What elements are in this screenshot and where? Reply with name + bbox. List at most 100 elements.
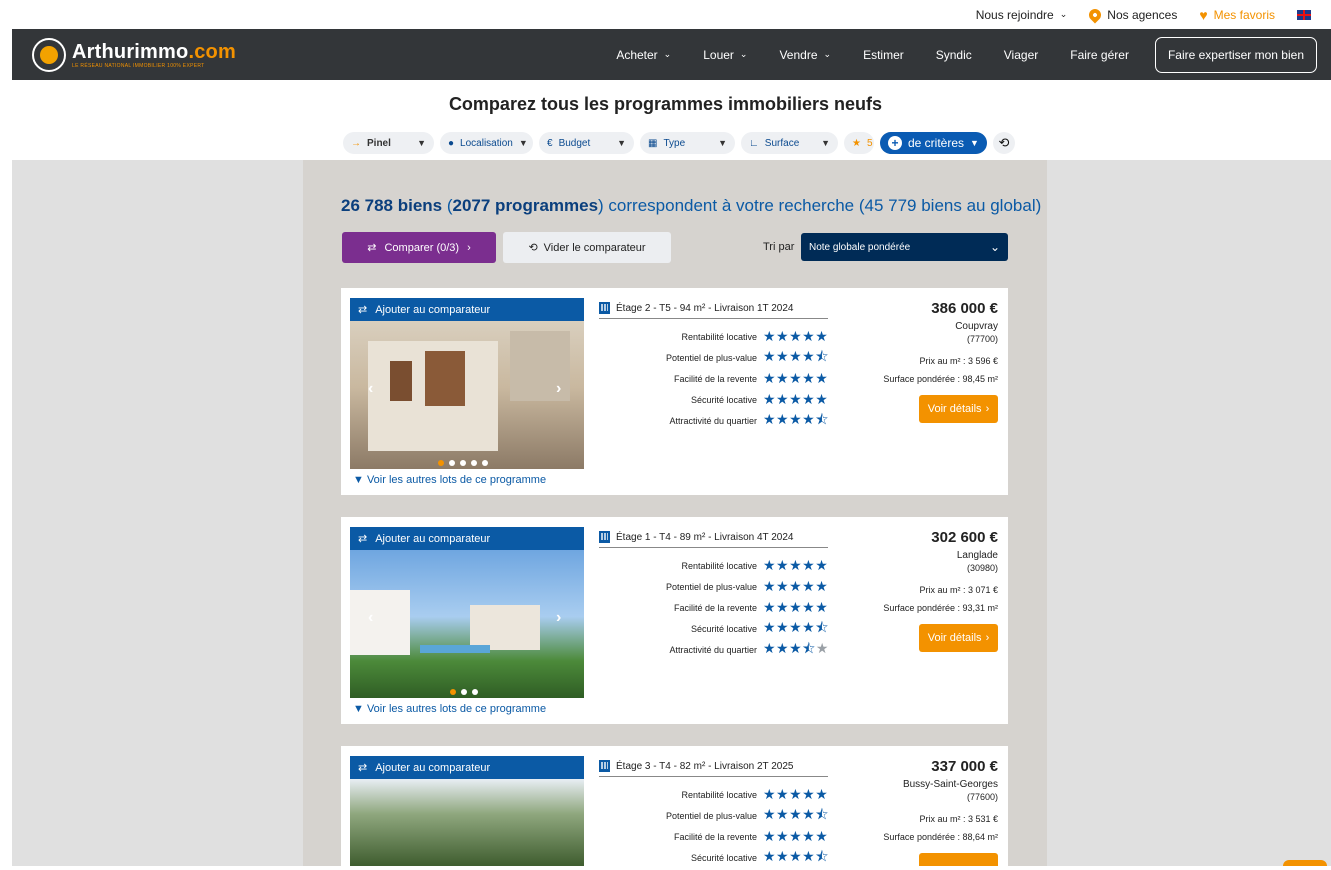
listing-photo [350, 779, 584, 866]
listing-photo [350, 321, 584, 469]
join-us-link[interactable]: Nous rejoindre⌄ [976, 8, 1068, 22]
more-lots-label: Voir les autres lots de ce programme [367, 474, 546, 486]
filter-stars-value: 5 [867, 138, 873, 149]
nav-syndic[interactable]: Syndic [920, 48, 988, 62]
chat-widget-tab[interactable] [1283, 860, 1327, 866]
carousel-prev-icon[interactable]: ‹ [368, 609, 373, 627]
view-details-button[interactable]: Voir détails› [919, 624, 998, 652]
filter-budget[interactable]: €Budget▼ [539, 132, 634, 154]
nav-label: Louer [703, 48, 734, 62]
more-lots-link[interactable]: ▼ Voir les autres lots de ce programme [353, 703, 546, 715]
location-pin-icon: ● [448, 138, 454, 149]
rating-row: Sécurité locative★★★★★ [599, 389, 828, 410]
sort-label: Tri par [763, 241, 794, 253]
more-lots-link[interactable]: ▼ Voir les autres lots de ce programme [353, 474, 546, 486]
listing-image-carousel[interactable]: ⇄Ajouter au comparateur ‹ › [350, 298, 584, 469]
add-to-comparator-button[interactable]: ⇄Ajouter au comparateur [350, 756, 584, 779]
agencies-link[interactable]: Nos agences [1089, 8, 1177, 22]
location-pin-icon [1087, 6, 1104, 23]
chevron-down-icon: ⌄ [664, 49, 672, 60]
carousel-dot[interactable] [450, 689, 456, 695]
chevron-down-icon: ⌄ [1060, 9, 1068, 20]
nav-acheter[interactable]: Acheter ⌄ [600, 48, 687, 62]
rating-row: Facilité de la revente★★★★★ [599, 597, 828, 618]
carousel-dot[interactable] [449, 460, 455, 466]
site-logo[interactable]: Arthurimmo.com LE RÉSEAU NATIONAL IMMOBI… [32, 38, 236, 72]
compare-button[interactable]: ⇄Comparer (0/3)› [342, 232, 496, 263]
chevron-down-icon: ⌄ [824, 49, 832, 60]
carousel-dot[interactable] [472, 689, 478, 695]
rating-label: Sécurité locative [691, 853, 757, 863]
filter-label: Pinel [367, 138, 391, 149]
building-icon [599, 760, 610, 772]
nav-faire-gerer[interactable]: Faire gérer [1054, 48, 1145, 62]
results-count: 26 788 biens (2077 programmes) correspon… [341, 196, 1041, 216]
results-summary: ) correspondent à votre recherche (45 77… [598, 196, 1041, 215]
listing-image-carousel[interactable]: ⇄Ajouter au comparateur [350, 756, 584, 866]
rating-row: Potentiel de plus-value ★★★★★ [599, 576, 828, 597]
weighted-surface: Surface pondérée : 93,31 m² [883, 603, 998, 613]
filter-type[interactable]: ▦Type▼ [640, 132, 735, 154]
filter-pinel[interactable]: →Pinel▼ [343, 132, 434, 154]
nav-louer[interactable]: Louer ⌄ [687, 48, 763, 62]
nav-viager[interactable]: Viager [988, 48, 1054, 62]
weighted-surface: Surface pondérée : 88,64 m² [883, 832, 998, 842]
listing-image-carousel[interactable]: ⇄Ajouter au comparateur ‹ › [350, 527, 584, 698]
reset-filters-button[interactable]: ⟲ [993, 132, 1015, 154]
rating-stars: ★★★★★ [763, 557, 828, 574]
agencies-label: Nos agences [1107, 8, 1177, 22]
nav-estimer[interactable]: Estimer [847, 48, 920, 62]
add-to-comparator-button[interactable]: ⇄Ajouter au comparateur [350, 527, 584, 550]
filter-stars[interactable]: ★5 [844, 132, 874, 154]
rating-row: Facilité de la revente★★★★★ [599, 826, 828, 847]
expertise-cta-button[interactable]: Faire expertiser mon bien [1155, 37, 1317, 73]
reset-icon: ⟲ [528, 241, 537, 254]
carousel-dot[interactable] [461, 689, 467, 695]
carousel-prev-icon[interactable]: ‹ [368, 380, 373, 398]
clear-comparator-button[interactable]: ⟲Vider le comparateur [503, 232, 671, 263]
filter-bar: →Pinel▼ ●Localisation▼ €Budget▼ ▦Type▼ ∟… [343, 132, 1015, 154]
view-details-button[interactable] [919, 853, 998, 866]
rating-label: Potentiel de plus-value [666, 811, 757, 821]
price-block: 337 000 € Bussy-Saint-Georges (77600) Pr… [883, 758, 998, 842]
add-to-comparator-button[interactable]: ⇄Ajouter au comparateur [350, 298, 584, 321]
compare-arrows-icon: ⇄ [358, 761, 367, 774]
rating-stars: ★★★★★ [763, 786, 828, 803]
rating-stars: ★★★★★ [763, 578, 828, 595]
carousel-dot[interactable] [438, 460, 444, 466]
city: Langlade [883, 550, 998, 561]
carousel-next-icon[interactable]: › [556, 380, 561, 398]
filter-surface[interactable]: ∟Surface▼ [741, 132, 838, 154]
nav-label: Vendre [779, 48, 817, 62]
carousel-next-icon[interactable]: › [556, 609, 561, 627]
rating-label: Sécurité locative [691, 624, 757, 634]
rating-row: Facilité de la revente★★★★★ [599, 368, 828, 389]
rating-stars: ★★★★★ [763, 328, 828, 345]
filter-label: Type [663, 138, 685, 149]
chevron-down-icon: ⌄ [740, 49, 748, 60]
brand-name: Arthurimmo [72, 41, 188, 63]
carousel-dot[interactable] [460, 460, 466, 466]
euro-icon: € [547, 138, 553, 149]
carousel-dot[interactable] [471, 460, 477, 466]
rating-row: Rentabilité locative★★★★★ [599, 555, 828, 576]
add-compare-label: Ajouter au comparateur [375, 304, 490, 316]
sort-select[interactable]: Note globale pondérée⌄ [801, 233, 1008, 261]
rating-row: Sécurité locative★★★★⯪ [599, 618, 828, 639]
arrow-right-icon: → [351, 138, 361, 149]
price-block: 302 600 € Langlade (30980) Prix au m² : … [883, 529, 998, 613]
building-icon [599, 531, 610, 543]
favorites-link[interactable]: ♥Mes favoris [1199, 7, 1275, 23]
filter-location[interactable]: ●Localisation▼ [440, 132, 533, 154]
rating-row: Attractivité du quartier★★★⯪★ [599, 639, 828, 660]
nav-label: Acheter [616, 48, 657, 62]
carousel-dot[interactable] [482, 460, 488, 466]
chevron-down-icon: ⌄ [990, 240, 1000, 254]
language-switch[interactable] [1297, 10, 1311, 20]
rating-label: Potentiel de plus-value [666, 353, 757, 363]
view-details-button[interactable]: Voir détails› [919, 395, 998, 423]
nav-vendre[interactable]: Vendre ⌄ [763, 48, 847, 62]
more-criteria-button[interactable]: +de critères▼ [880, 132, 987, 154]
page-title: Comparez tous les programmes immobiliers… [0, 94, 1331, 115]
rating-label: Potentiel de plus-value [666, 582, 757, 592]
